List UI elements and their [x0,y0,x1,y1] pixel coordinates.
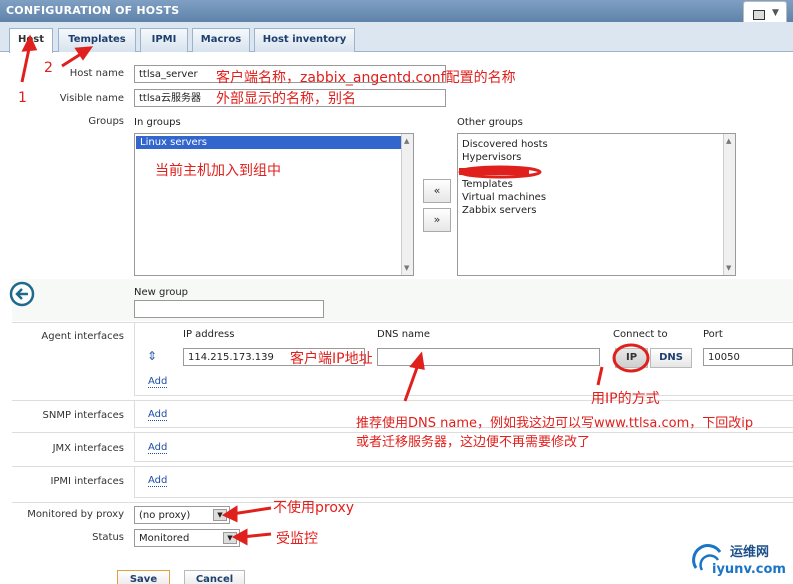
annotation-proxy: 不使用proxy [273,500,355,516]
annotation-status: 受监控 [276,531,318,547]
annotation-groups: 当前主机加入到组中 [155,163,281,179]
annotation-visible-name: 外部显示的名称，别名 [216,91,356,107]
watermark-url: iyunv.com [712,562,786,577]
annotation-dns-2: 或者迁移服务器，这边便不再需要修改了 [356,435,591,450]
annotation-number-1: 1 [18,90,27,106]
watermark-name: 运维网 [730,545,770,560]
annotation-ip-mode: 用IP的方式 [591,391,660,407]
annotation-dns-1: 推荐使用DNS name，例如我这边可以写www.ttlsa.com，下回改ip [356,416,754,431]
annotation-hostname: 客户端名称，zabbix_angentd.conf配置的名称 [216,70,516,86]
annotation-ip: 客户端IP地址 [290,351,373,367]
annotation-overlay [20,34,650,546]
redaction-mark [459,168,529,175]
annotation-arrows [20,34,604,546]
annotation-number-2: 2 [44,60,53,76]
annotation-circle [612,343,650,373]
